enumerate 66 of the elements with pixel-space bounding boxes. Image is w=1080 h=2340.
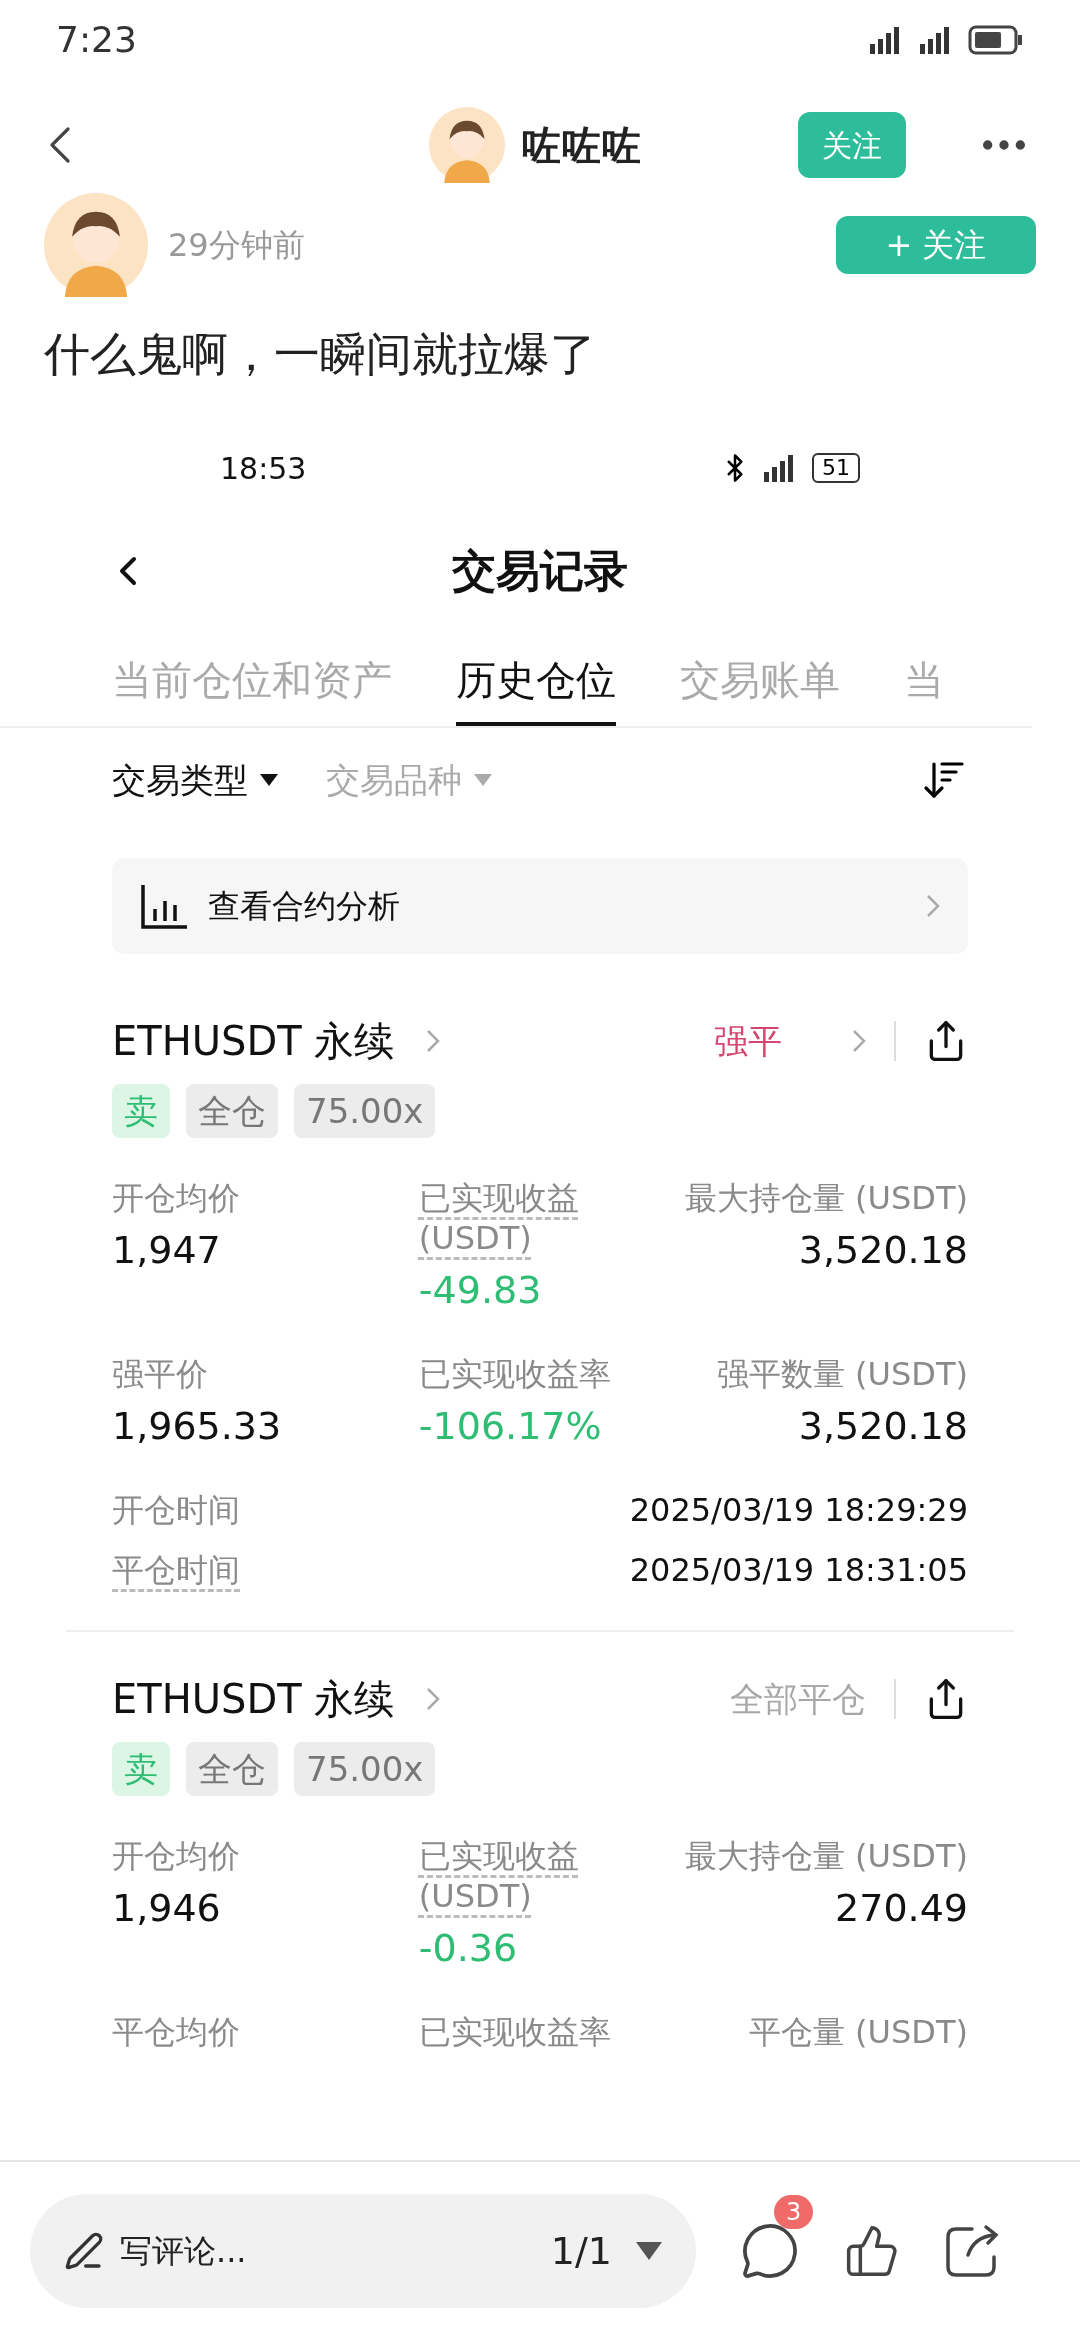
position-tag: 75.00x — [294, 1084, 436, 1138]
author-name: 咗咗咗 — [521, 121, 641, 170]
contract-symbol[interactable]: ETHUSDT 永续 — [112, 1669, 395, 1729]
stat-label: 已实现收益 (USDT) — [418, 1836, 580, 1916]
position-tag: 卖 — [112, 1742, 170, 1796]
stat-value: 1,965.33 — [112, 1403, 282, 1450]
chevron-right-icon — [426, 1029, 441, 1053]
thumbs-up-icon[interactable] — [844, 2223, 900, 2279]
filter-dropdown[interactable]: 交易类型 — [112, 754, 278, 806]
stat-label: 平仓均价 — [112, 2012, 240, 2052]
share-icon[interactable] — [944, 2223, 1000, 2279]
stat-value: -0.36 — [418, 1925, 518, 1972]
stat-label: 已实现收益率 — [418, 2012, 611, 2052]
contract-symbol[interactable]: ETHUSDT 永续 — [112, 1011, 395, 1071]
time-value: 2025/03/19 18:29:29 — [629, 1490, 968, 1531]
status-time: 18:53 — [220, 449, 307, 488]
position-status: 全部平仓 — [730, 1677, 866, 1721]
stat-label: 最大持仓量 (USDT) — [684, 1178, 968, 1218]
caret-icon[interactable] — [636, 2242, 662, 2260]
contract-analysis-card[interactable]: 查看合约分析 — [112, 858, 968, 954]
chevron-right-icon — [926, 894, 940, 918]
post-time: 29分钟前 — [168, 225, 305, 266]
chevron-right-icon — [852, 1029, 866, 1053]
stat-label: 强平数量 (USDT) — [716, 1354, 968, 1394]
bar-chart-icon — [140, 883, 188, 929]
position-tag: 全仓 — [186, 1742, 278, 1796]
caret-icon — [260, 774, 278, 786]
status-time: 7:23 — [56, 18, 137, 62]
stat-value: 3,520.18 — [798, 1227, 968, 1274]
battery-icon — [968, 25, 1024, 55]
comment-count-badge: 3 — [774, 2195, 814, 2229]
avatar-icon — [429, 107, 505, 183]
stat-label: 已实现收益 (USDT) — [418, 1178, 580, 1258]
signal-icon — [762, 454, 796, 482]
page-title: 交易记录 — [452, 544, 628, 598]
caret-icon — [474, 774, 492, 786]
stat-value: 1,946 — [112, 1885, 221, 1932]
signal-icon — [918, 26, 952, 54]
chevron-right-icon — [426, 1687, 441, 1711]
time-label: 开仓时间 — [112, 1490, 240, 1531]
battery-level: 51 — [812, 453, 860, 483]
stat-value: 3,520.18 — [798, 1403, 968, 1450]
avatar-icon — [44, 193, 148, 297]
stat-label: 平仓量 (USDT) — [748, 2012, 968, 2052]
pencil-icon — [64, 2231, 104, 2271]
stat-value: -106.17% — [418, 1403, 602, 1450]
stat-label: 最大持仓量 (USDT) — [684, 1836, 968, 1876]
stat-label: 开仓均价 — [112, 1178, 240, 1218]
signal-icon — [868, 26, 902, 54]
stat-value: 270.49 — [835, 1885, 968, 1932]
post-text: 什么鬼啊，一瞬间就拉爆了 — [44, 326, 597, 383]
tab[interactable]: 历史仓位 — [456, 650, 616, 726]
position-tag: 75.00x — [294, 1742, 436, 1796]
position-tag: 全仓 — [186, 1084, 278, 1138]
stat-value: 1,947 — [112, 1227, 221, 1274]
stat-label: 已实现收益率 — [418, 1354, 611, 1394]
time-label: 平仓时间 — [112, 1550, 240, 1591]
comment-icon[interactable] — [740, 2221, 800, 2281]
position-tag: 卖 — [112, 1084, 170, 1138]
comment-field[interactable]: 写评论... 1/1 — [30, 2194, 696, 2308]
stat-value: -49.83 — [418, 1267, 542, 1314]
stat-label: 开仓均价 — [112, 1836, 240, 1876]
stat-label: 强平价 — [112, 1354, 208, 1394]
page-indicator[interactable]: 1/1 — [550, 2222, 612, 2280]
position-status: 强平 — [714, 1019, 782, 1063]
time-value: 2025/03/19 18:31:05 — [629, 1550, 968, 1591]
